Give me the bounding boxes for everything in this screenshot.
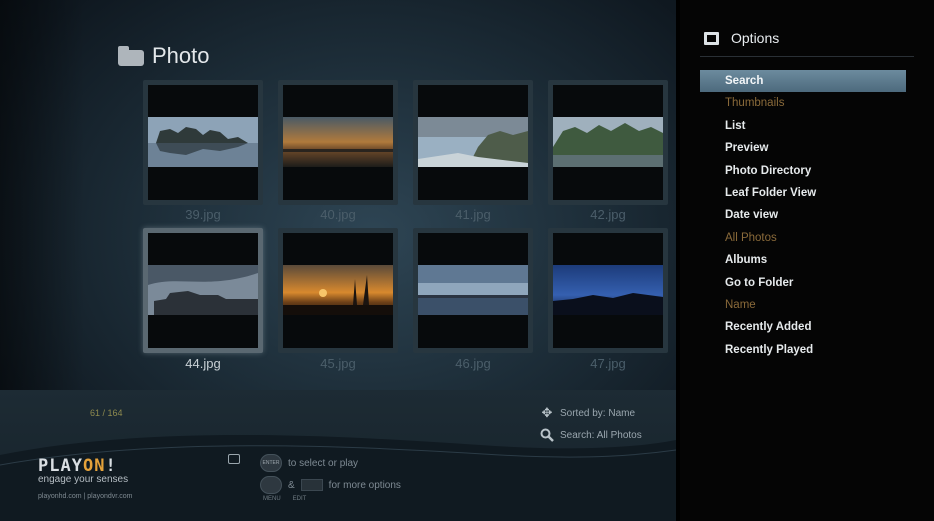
photo-tile-42[interactable] <box>548 80 668 205</box>
thumbnail-41 <box>418 117 528 167</box>
edit-button-icon <box>300 479 323 491</box>
sorted-by-text: Sorted by: Name <box>560 407 636 419</box>
thumbnail-42 <box>553 117 663 167</box>
playon-logo: PLAYON! engage your senses playonhd.com … <box>38 456 132 500</box>
thumbnail-frame <box>553 85 663 200</box>
tile-label: 45.jpg <box>320 356 356 371</box>
amp: & <box>288 479 295 491</box>
search-row: Search: All Photos <box>540 424 642 446</box>
options-panel: Options Search Thumbnails List Preview Photo… <box>680 0 934 521</box>
tile-label: 39.jpg <box>185 207 221 222</box>
thumbnail-45 <box>283 265 393 315</box>
tile-label: 46.jpg <box>455 356 491 371</box>
page-header: Photo <box>118 40 210 72</box>
option-list[interactable]: List <box>700 115 906 137</box>
search-scope-text: Search: All Photos <box>560 429 642 441</box>
select-hint-text: to select or play <box>288 457 359 469</box>
enter-button-icon: ENTER <box>260 454 282 472</box>
thumbnail-frame <box>283 233 393 348</box>
logo-wordmark: PLAYON! <box>38 456 117 476</box>
photo-tile-45[interactable] <box>278 228 398 353</box>
item-counter: 61 / 164 <box>90 408 123 418</box>
option-name[interactable]: Name <box>700 294 906 316</box>
option-thumbnails[interactable]: Thumbnails <box>700 92 906 114</box>
button-labels: MENU EDIT <box>263 496 401 502</box>
thumbnail-frame <box>418 85 528 200</box>
option-recently-added[interactable]: Recently Added <box>700 316 906 338</box>
thumbnail-46 <box>418 265 528 315</box>
tile-label: 41.jpg <box>455 207 491 222</box>
logo-sites: playonhd.com | playondvr.com <box>38 493 133 500</box>
divider <box>700 56 914 57</box>
sorted-by-row: ✥ Sorted by: Name <box>540 402 642 424</box>
options-menu: Search Thumbnails List Preview Photo Directo… <box>700 70 906 361</box>
option-preview[interactable]: Preview <box>700 137 906 159</box>
photo-browser-panel: Photo 39.jpg 40.jpg 41.jpg 42.jpg 44.jpg… <box>0 0 676 521</box>
options-hint-text: for more options <box>328 479 401 491</box>
thumbnail-39 <box>148 117 258 167</box>
sort-arrows-icon: ✥ <box>541 405 553 420</box>
thumbnail-40 <box>283 117 393 167</box>
option-recently-played[interactable]: Recently Played <box>700 339 906 361</box>
thumbnail-frame <box>418 233 528 348</box>
option-albums[interactable]: Albums <box>700 249 906 271</box>
edit-label: EDIT <box>292 496 307 502</box>
select-hint: ENTER to select or play <box>228 452 401 474</box>
sort-info: ✥ Sorted by: Name Search: All Photos <box>540 402 642 446</box>
thumbnail-frame <box>283 85 393 200</box>
folder-icon <box>118 46 144 66</box>
thumbnail-frame <box>148 85 258 200</box>
clapperboard-icon <box>704 31 719 45</box>
options-title: Options <box>731 30 780 46</box>
search-icon <box>540 428 554 442</box>
photo-tile-47[interactable] <box>548 228 668 353</box>
option-photo-directory[interactable]: Photo Directory <box>700 160 906 182</box>
photo-tile-46[interactable] <box>413 228 533 353</box>
menu-label: MENU <box>263 496 281 502</box>
options-header: Options <box>704 30 779 46</box>
option-go-to-folder[interactable]: Go to Folder <box>700 272 906 294</box>
photo-tile-40[interactable] <box>278 80 398 205</box>
photo-tile-41[interactable] <box>413 80 533 205</box>
option-all-photos[interactable]: All Photos <box>700 227 906 249</box>
thumbnail-frame <box>553 233 663 348</box>
option-date-view[interactable]: Date view <box>700 204 906 226</box>
thumbnail-47 <box>553 265 663 315</box>
logo-tagline: engage your senses <box>38 474 129 485</box>
tile-label: 40.jpg <box>320 207 356 222</box>
tile-label: 47.jpg <box>590 356 626 371</box>
option-search[interactable]: Search <box>700 70 906 93</box>
tile-label: 42.jpg <box>590 207 626 222</box>
photo-tile-44[interactable] <box>143 228 263 353</box>
thumbnail-44 <box>148 265 258 315</box>
photo-tile-39[interactable] <box>143 80 263 205</box>
options-hint: & for more options <box>230 474 401 496</box>
option-leaf-folder-view[interactable]: Leaf Folder View <box>700 182 906 204</box>
tile-label: 44.jpg <box>185 356 221 371</box>
menu-button-icon <box>260 476 282 494</box>
page-title: Photo <box>152 43 210 68</box>
thumbnail-frame <box>148 233 258 348</box>
camera-icon <box>228 454 240 464</box>
remote-hints: ENTER to select or play & for more optio… <box>228 452 401 502</box>
